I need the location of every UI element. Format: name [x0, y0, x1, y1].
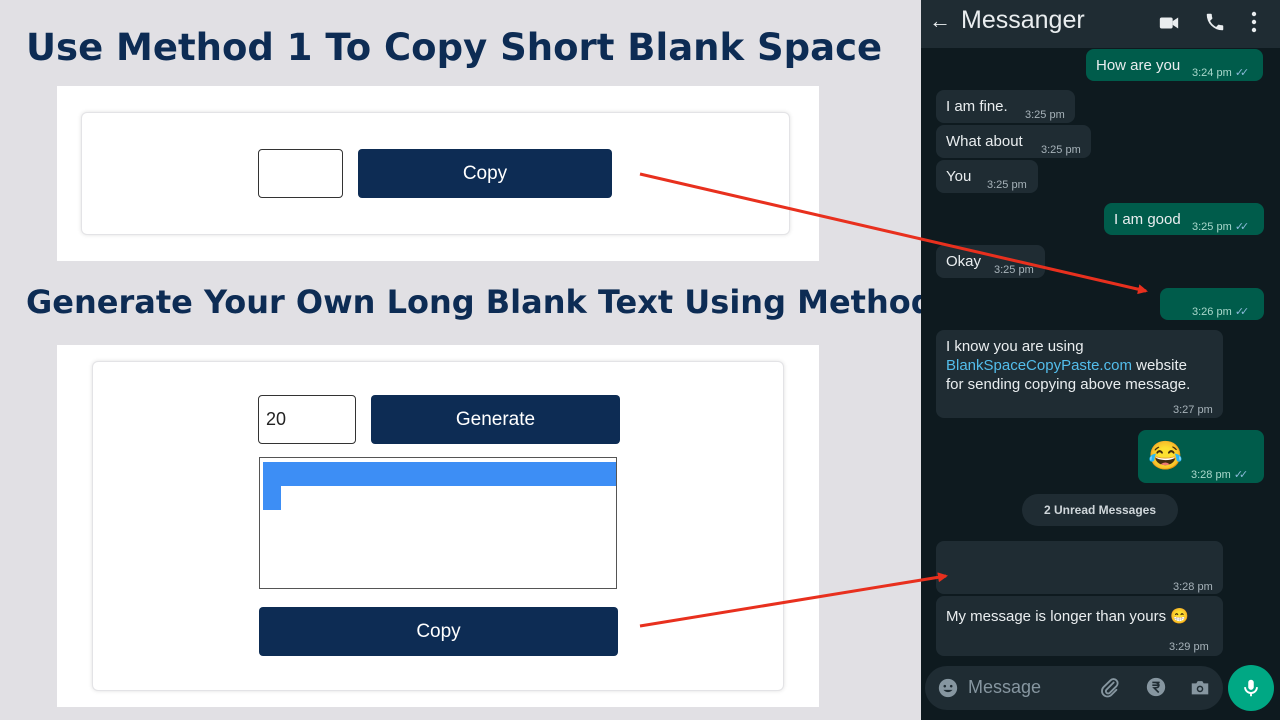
- message-input-bar[interactable]: Message: [925, 666, 1223, 710]
- chat-message: I know you are using BlankSpaceCopyPaste…: [936, 330, 1223, 418]
- chat-header: ← Messanger: [921, 0, 1280, 48]
- chat-message: You 3:25 pm: [936, 160, 1038, 193]
- copy-short-button[interactable]: Copy: [358, 149, 612, 198]
- chat-message: I am fine. 3:25 pm: [936, 90, 1075, 123]
- count-input[interactable]: 20: [258, 395, 356, 444]
- chat-message: How are you 3:24 pm ✓✓: [1086, 49, 1263, 81]
- generate-button[interactable]: Generate: [371, 395, 620, 444]
- blank-space-input[interactable]: [258, 149, 343, 198]
- message-placeholder[interactable]: Message: [968, 677, 1041, 698]
- chat-message: My message is longer than yours 😁 3:29 p…: [936, 596, 1223, 656]
- payment-icon[interactable]: [1145, 676, 1167, 698]
- chat-screen: ← Messanger How are you 3:24 pm ✓✓ I am …: [921, 0, 1280, 720]
- back-arrow-icon[interactable]: ←: [929, 8, 951, 34]
- selection-highlight: [263, 486, 281, 510]
- phone-call-icon[interactable]: [1204, 11, 1226, 33]
- selection-highlight: [263, 462, 616, 486]
- blank-chat-message: 3:26 pm ✓✓: [1160, 288, 1264, 320]
- more-options-icon[interactable]: [1249, 10, 1259, 34]
- mic-button[interactable]: [1228, 665, 1274, 711]
- chat-title: Messanger: [961, 6, 1085, 34]
- chat-message: I am good 3:25 pm ✓✓: [1104, 203, 1264, 235]
- chat-message: What about 3:25 pm: [936, 125, 1091, 158]
- website-link[interactable]: BlankSpaceCopyPaste.com: [946, 357, 1132, 374]
- attach-icon[interactable]: [1099, 677, 1121, 699]
- blank-chat-message: 3:28 pm: [936, 541, 1223, 594]
- method1-heading: Use Method 1 To Copy Short Blank Space: [26, 26, 883, 69]
- camera-icon[interactable]: [1189, 677, 1211, 699]
- video-call-icon[interactable]: [1158, 12, 1180, 34]
- copy-long-button[interactable]: Copy: [259, 607, 618, 656]
- method2-heading: Generate Your Own Long Blank Text Using …: [26, 283, 968, 321]
- microphone-icon: [1244, 679, 1258, 697]
- emoji-chat-message: 😂 3:28 pm ✓✓: [1138, 430, 1264, 483]
- generated-text-area[interactable]: [259, 457, 617, 589]
- emoji-icon[interactable]: [937, 677, 959, 699]
- unread-messages-badge: 2 Unread Messages: [1022, 494, 1178, 526]
- chat-message: Okay 3:25 pm: [936, 245, 1045, 278]
